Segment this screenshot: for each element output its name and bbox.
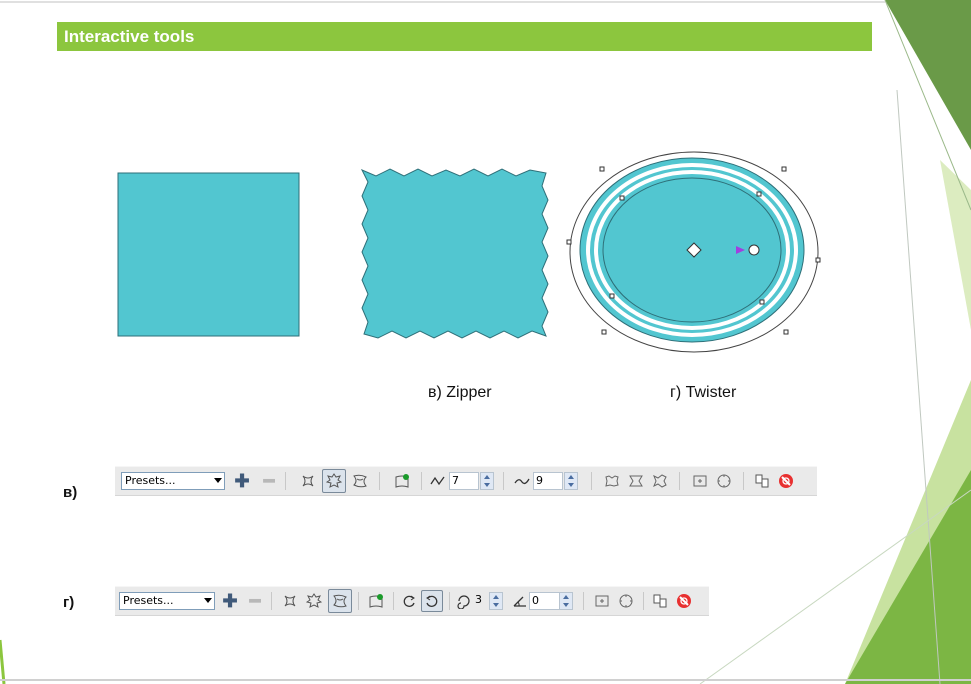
push-pull-distortion-icon[interactable] [297,467,319,495]
twister-distortion-icon[interactable] [349,467,371,495]
twister-row-label: г) [63,594,75,611]
copy-properties-icon[interactable] [649,587,671,615]
amplitude-icon [429,467,447,495]
decor-line [0,639,6,684]
local-distortion-icon[interactable] [649,467,671,495]
twister-distortion-icon[interactable] [328,589,352,613]
twister-caption: г) Twister [670,384,737,401]
clear-distortion-icon[interactable] [615,587,637,615]
copy-distortion-icon[interactable] [689,467,711,495]
separator [503,472,504,490]
original-square-shape [117,172,300,337]
twister-property-toolbar: Presets... ✚ ━ 3 0 [115,586,709,616]
clear-effect-icon[interactable] [775,467,797,495]
amplitude-field[interactable]: 7 [449,472,479,490]
chevron-down-icon[interactable] [204,598,212,603]
header-bar: Interactive tools [57,22,872,51]
clockwise-rotation-icon[interactable] [399,587,419,615]
separator [591,472,592,490]
separator [679,472,680,490]
background-decoration [0,0,971,684]
separator [271,592,272,610]
random-distortion-icon[interactable] [601,467,623,495]
separator [379,472,380,490]
presets-dropdown[interactable]: Presets... [121,472,225,490]
counterclockwise-rotation-icon[interactable] [421,590,443,612]
separator [285,472,286,490]
angle-spinner[interactable] [559,592,573,610]
zipper-distortion-icon[interactable] [322,469,346,493]
zipper-shape [360,168,549,339]
separator [583,592,584,610]
separator [743,472,744,490]
separator [358,592,359,610]
separator [393,592,394,610]
zipper-property-toolbar: Presets... ✚ ━ 7 9 [115,466,817,496]
presets-value: Presets... [125,474,176,487]
clear-distortion-icon[interactable] [713,467,735,495]
twister-shape [566,151,821,353]
remove-preset-icon[interactable]: ━ [261,467,277,495]
presets-value: Presets... [123,594,174,607]
clear-effect-icon[interactable] [673,587,695,615]
separator [449,592,450,610]
remove-preset-icon[interactable]: ━ [247,587,263,615]
copy-distortion-icon[interactable] [591,587,613,615]
frequency-icon [513,467,531,495]
add-preset-icon[interactable]: ✚ [233,467,251,495]
frequency-field[interactable]: 9 [533,472,563,490]
twister-rotation-handle[interactable] [748,244,760,256]
angle-icon [511,587,529,615]
side-triangle-light [940,160,971,330]
page-title: Interactive tools [64,27,195,46]
corner-triangle-dark [885,0,971,150]
push-pull-distortion-icon[interactable] [279,587,301,615]
zipper-distortion-icon[interactable] [303,587,325,615]
amplitude-spinner[interactable] [480,472,494,490]
zipper-row-label: в) [63,484,78,501]
chevron-down-icon[interactable] [214,478,222,483]
add-preset-icon[interactable]: ✚ [221,587,239,615]
frequency-spinner[interactable] [564,472,578,490]
angle-field[interactable]: 0 [529,592,563,610]
separator [643,592,644,610]
center-distortion-icon[interactable] [391,467,413,495]
rotations-spinner[interactable] [489,592,503,610]
center-distortion-icon[interactable] [365,587,387,615]
smooth-distortion-icon[interactable] [625,467,647,495]
presets-dropdown[interactable]: Presets... [119,592,215,610]
rotations-field[interactable]: 3 [473,592,487,610]
rotations-icon [455,587,473,615]
separator [421,472,422,490]
copy-properties-icon[interactable] [751,467,773,495]
zipper-caption: в) Zipper [428,384,492,401]
